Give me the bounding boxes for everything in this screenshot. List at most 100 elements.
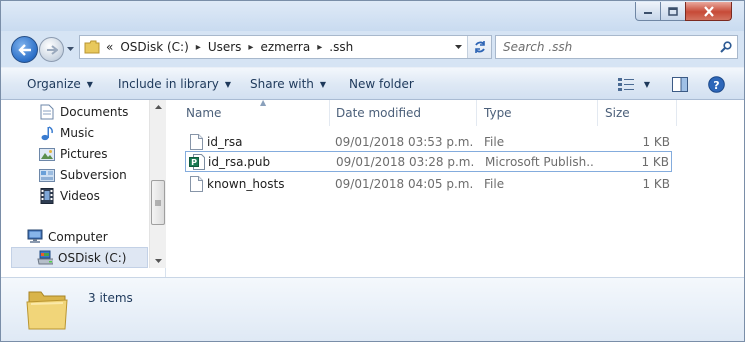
breadcrumb-separator-icon[interactable]: ▸ bbox=[243, 42, 258, 53]
videos-icon bbox=[39, 187, 55, 204]
chevron-down-icon: ▼ bbox=[224, 79, 232, 89]
nav-item-pictures[interactable]: Pictures bbox=[39, 143, 108, 164]
file-row[interactable]: known_hosts 09/01/2018 04:05 p.m. File 1… bbox=[185, 173, 672, 194]
file-date-modified: 09/01/2018 03:28 p.m. bbox=[336, 154, 475, 169]
file-date-modified: 09/01/2018 03:53 p.m. bbox=[335, 134, 474, 149]
nav-item-osdisk[interactable]: OSDisk (C:) bbox=[37, 247, 126, 268]
item-count: 3 items bbox=[88, 291, 133, 305]
column-header-name[interactable]: ▲ Name bbox=[178, 98, 330, 126]
share-with-label: Share with bbox=[250, 77, 314, 91]
content-area: Documents Music Pictures Subversion Vide… bbox=[1, 98, 744, 277]
title-bar bbox=[1, 1, 744, 31]
search-icon[interactable] bbox=[715, 41, 737, 53]
svg-text:P: P bbox=[191, 158, 197, 167]
search-box[interactable] bbox=[495, 35, 738, 59]
new-folder-button[interactable]: New folder bbox=[349, 68, 414, 100]
file-row[interactable]: id_rsa 09/01/2018 03:53 p.m. File 1 KB bbox=[185, 131, 672, 152]
file-date-modified: 09/01/2018 04:05 p.m. bbox=[335, 176, 474, 191]
nav-item-videos[interactable]: Videos bbox=[39, 185, 100, 206]
computer-icon bbox=[27, 229, 43, 245]
column-header-label: Type bbox=[484, 106, 512, 120]
chevron-down-icon bbox=[154, 259, 162, 263]
svg-text:?: ? bbox=[713, 79, 719, 92]
column-header-label: Size bbox=[605, 106, 630, 120]
minimize-button[interactable] bbox=[635, 2, 661, 21]
file-size: 1 KB bbox=[641, 154, 669, 169]
scroll-down-button[interactable] bbox=[150, 254, 166, 268]
change-view-button[interactable]: ▼ bbox=[615, 68, 653, 100]
publisher-file-icon: P bbox=[189, 152, 205, 171]
nav-item-label: Videos bbox=[60, 188, 100, 203]
file-row[interactable]: P id_rsa.pub 09/01/2018 03:28 p.m. Micro… bbox=[185, 151, 672, 172]
file-name: id_rsa.pub bbox=[208, 154, 271, 169]
breadcrumb: « OSDisk (C:) ▸ Users ▸ ezmerra ▸ .ssh bbox=[104, 36, 355, 58]
close-button[interactable] bbox=[685, 2, 732, 21]
preview-pane-button[interactable] bbox=[669, 68, 691, 100]
recent-pages-dropdown[interactable] bbox=[65, 44, 75, 54]
address-bar[interactable]: « OSDisk (C:) ▸ Users ▸ ezmerra ▸ .ssh bbox=[79, 35, 492, 59]
folder-icon bbox=[84, 40, 100, 54]
chevron-down-icon: ▼ bbox=[319, 79, 327, 89]
breadcrumb-item-ssh[interactable]: .ssh bbox=[327, 40, 355, 54]
minimize-icon bbox=[644, 12, 652, 14]
nav-item-computer[interactable]: Computer bbox=[27, 226, 108, 247]
file-size: 1 KB bbox=[642, 176, 670, 191]
nav-item-label: Documents bbox=[60, 104, 129, 119]
close-icon bbox=[703, 5, 714, 17]
sort-ascending-icon: ▲ bbox=[260, 98, 267, 107]
chevron-up-icon bbox=[154, 105, 162, 109]
chevron-down-icon bbox=[454, 44, 462, 49]
pictures-icon bbox=[39, 146, 55, 162]
breadcrumb-item-ezmerra[interactable]: ezmerra bbox=[258, 40, 312, 54]
nav-item-documents[interactable]: Documents bbox=[39, 101, 128, 122]
back-arrow-icon bbox=[17, 43, 31, 56]
organize-button[interactable]: Organize ▼ bbox=[27, 68, 93, 100]
refresh-button[interactable] bbox=[467, 36, 491, 58]
forward-button[interactable] bbox=[39, 37, 64, 62]
search-input[interactable] bbox=[496, 36, 715, 58]
breadcrumb-separator-icon[interactable]: ▸ bbox=[191, 42, 206, 53]
file-size: 1 KB bbox=[642, 134, 670, 149]
include-in-library-button[interactable]: Include in library ▼ bbox=[118, 68, 231, 100]
navigation-pane: Documents Music Pictures Subversion Vide… bbox=[1, 100, 166, 277]
address-history-dropdown[interactable] bbox=[451, 36, 465, 58]
refresh-icon bbox=[474, 41, 485, 53]
nav-item-label: Computer bbox=[48, 229, 108, 244]
subversion-icon bbox=[39, 167, 55, 183]
scroll-thumb[interactable] bbox=[151, 180, 165, 225]
preview-pane-icon bbox=[672, 76, 688, 92]
nav-item-subversion[interactable]: Subversion bbox=[39, 164, 127, 185]
command-bar: Organize ▼ Include in library ▼ Share wi… bbox=[1, 67, 744, 100]
column-header-date-modified[interactable]: Date modified bbox=[328, 100, 477, 126]
column-header-size[interactable]: Size bbox=[597, 100, 677, 126]
file-type: File bbox=[484, 176, 505, 191]
back-button[interactable] bbox=[11, 36, 38, 63]
column-header-type[interactable]: Type bbox=[476, 100, 598, 126]
file-icon bbox=[188, 131, 204, 152]
breadcrumb-separator-icon[interactable]: ▸ bbox=[312, 42, 327, 53]
nav-item-music[interactable]: Music bbox=[39, 122, 94, 143]
scroll-up-button[interactable] bbox=[150, 100, 166, 114]
maximize-icon bbox=[668, 6, 678, 16]
drive-icon bbox=[37, 250, 53, 266]
details-view-icon bbox=[617, 78, 634, 91]
file-name: id_rsa bbox=[207, 134, 243, 149]
file-icon bbox=[188, 173, 204, 194]
file-type: Microsoft Publish... bbox=[485, 154, 595, 169]
nav-scrollbar[interactable] bbox=[149, 100, 166, 268]
breadcrumb-item-users[interactable]: Users bbox=[206, 40, 244, 54]
breadcrumb-overflow[interactable]: « bbox=[104, 40, 118, 54]
share-with-button[interactable]: Share with ▼ bbox=[250, 68, 326, 100]
new-folder-label: New folder bbox=[349, 77, 414, 91]
nav-item-label: OSDisk (C:) bbox=[58, 250, 127, 265]
file-list: ▲ Name Date modified Type Size id_rsa 09… bbox=[167, 98, 744, 277]
breadcrumb-item-osdisk[interactable]: OSDisk (C:) bbox=[118, 40, 190, 54]
chevron-down-icon: ▼ bbox=[643, 79, 651, 89]
maximize-button[interactable] bbox=[660, 2, 686, 21]
column-header-label: Date modified bbox=[336, 106, 422, 120]
help-button[interactable]: ? bbox=[706, 68, 726, 100]
file-type: File bbox=[484, 134, 505, 149]
explorer-window: « OSDisk (C:) ▸ Users ▸ ezmerra ▸ .ssh S… bbox=[0, 0, 745, 342]
grip-icon bbox=[155, 200, 161, 205]
music-icon bbox=[39, 125, 55, 141]
